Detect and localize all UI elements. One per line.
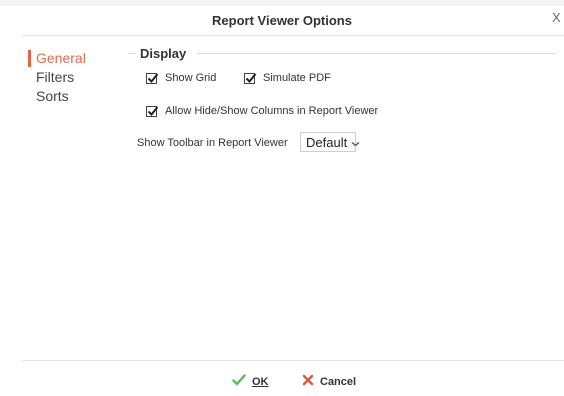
dialog-title: Report Viewer Options — [212, 13, 352, 28]
fieldset-border-left — [128, 53, 136, 54]
checkmark-icon — [147, 105, 159, 116]
cancel-button[interactable]: Cancel — [302, 374, 356, 389]
x-icon — [302, 374, 314, 389]
checkmark-icon — [147, 72, 159, 83]
nav-item-sorts[interactable]: Sorts — [28, 87, 118, 106]
allow-hide-show-checkbox[interactable] — [146, 105, 159, 117]
show-toolbar-label: Show Toolbar in Report Viewer — [137, 137, 288, 149]
footer-divider — [22, 360, 564, 361]
check-icon — [232, 374, 246, 389]
chevron-down-icon — [351, 135, 360, 150]
ok-label: OK — [252, 375, 269, 388]
show-grid-checkbox[interactable] — [146, 72, 159, 84]
close-icon[interactable]: X — [552, 10, 561, 25]
show-grid-label: Show Grid — [165, 72, 217, 84]
nav-item-filters[interactable]: Filters — [28, 68, 118, 87]
allow-hide-show-label: Allow Hide/Show Columns in Report Viewer — [165, 105, 379, 117]
simulate-pdf-checkbox[interactable] — [244, 72, 257, 84]
ok-button[interactable]: OK — [232, 374, 269, 389]
show-toolbar-value: Default — [306, 134, 348, 150]
simulate-pdf-label: Simulate PDF — [263, 72, 331, 84]
window-top-strip — [0, 0, 564, 6]
checkmark-icon — [245, 72, 257, 83]
simulate-pdf-option: Simulate PDF — [244, 72, 331, 84]
options-nav: General Filters Sorts — [28, 49, 118, 106]
display-section-legend: Display — [140, 46, 187, 61]
fieldset-border-right — [197, 53, 556, 54]
show-grid-option: Show Grid — [146, 72, 216, 84]
title-divider — [22, 35, 564, 36]
nav-item-general[interactable]: General — [28, 49, 118, 68]
cancel-label: Cancel — [320, 375, 357, 388]
show-toolbar-select[interactable]: Default — [300, 132, 360, 152]
allow-hide-show-option: Allow Hide/Show Columns in Report Viewer — [146, 105, 378, 117]
